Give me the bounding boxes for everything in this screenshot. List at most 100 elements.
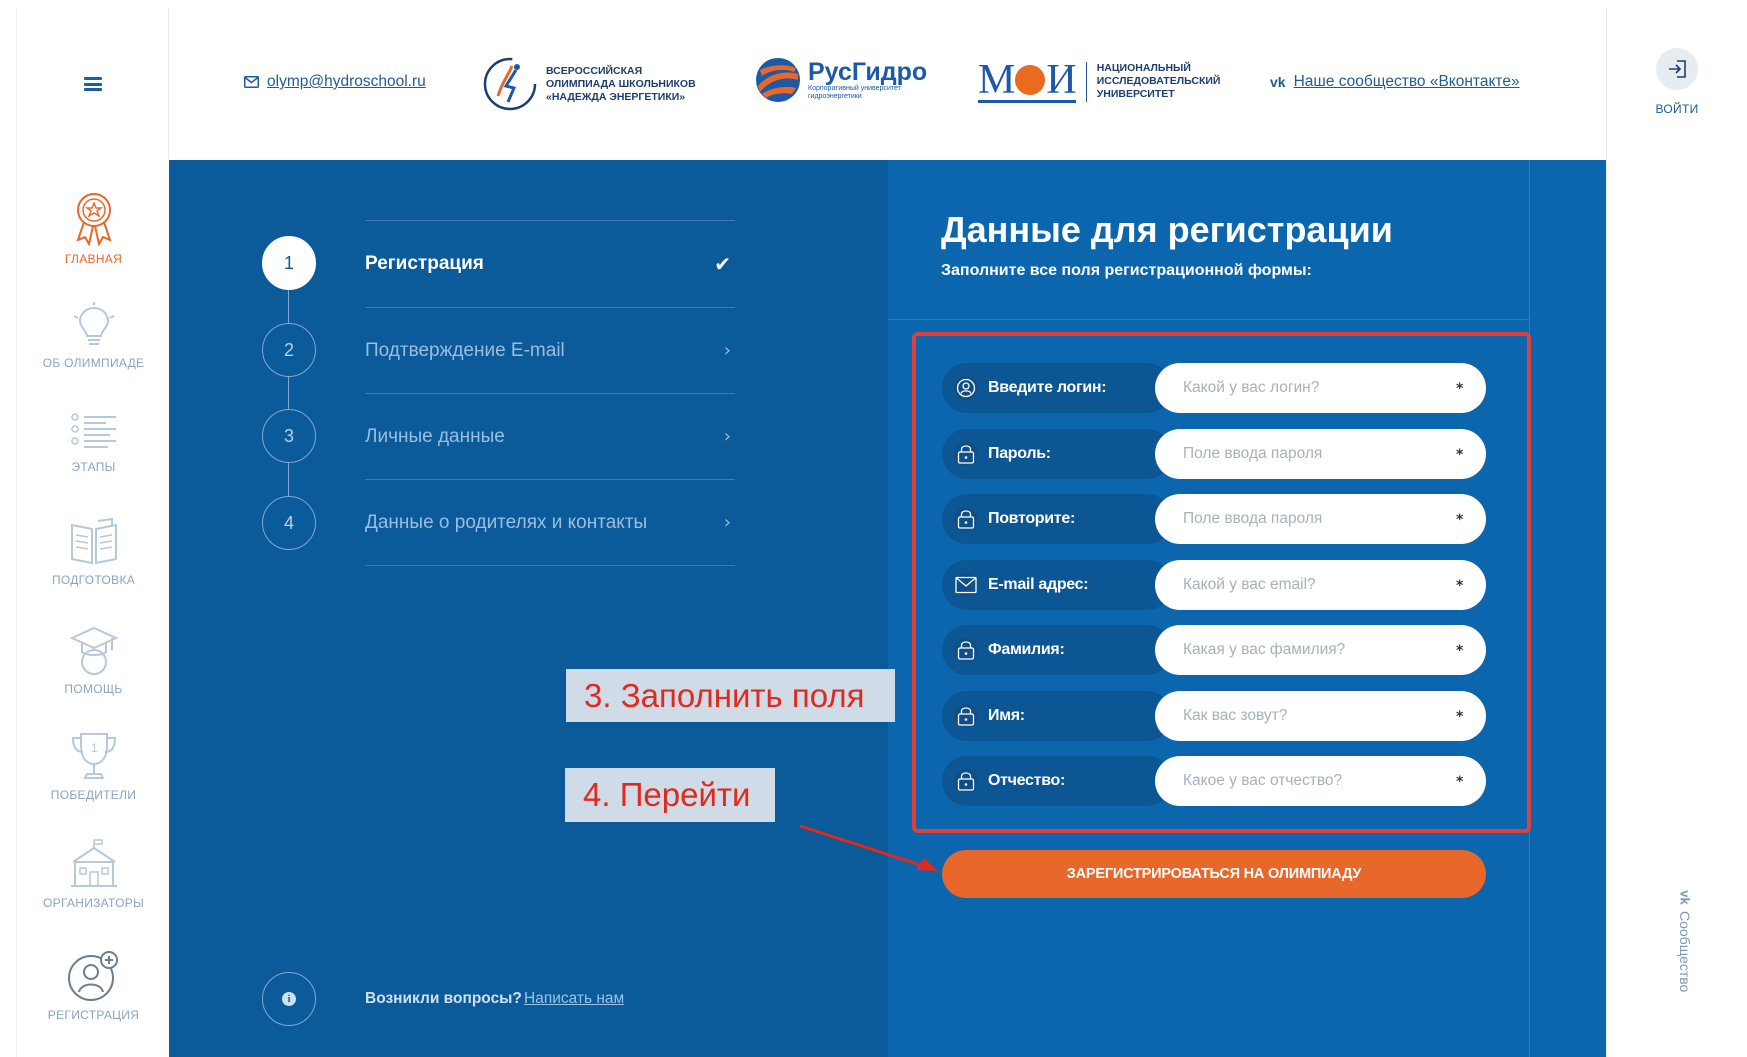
field-label-text: Пароль: bbox=[988, 445, 1051, 462]
rushydro-sub: Корпоративный университет bbox=[808, 85, 901, 92]
nav-label: ОБ ОЛИМПИАДЕ bbox=[42, 356, 145, 370]
vk-community-link[interactable]: vk Наше сообщество «Вконтакте» bbox=[1270, 73, 1520, 91]
field-label-text: Отчество: bbox=[988, 772, 1066, 789]
chevron-right-icon: › bbox=[723, 512, 731, 533]
step-number: 4 bbox=[262, 496, 316, 550]
nav-label: ПОМОЩЬ bbox=[64, 682, 123, 696]
field-label-text: E-mail адрес: bbox=[988, 576, 1089, 593]
nav-label: РЕГИСТРАЦИЯ bbox=[47, 1008, 140, 1022]
step-label: Данные о родителях и контакты bbox=[365, 511, 648, 533]
mpei-mark: МИ bbox=[978, 57, 1077, 103]
lock-icon bbox=[954, 638, 978, 662]
side-navigation: ГЛАВНАЯ ОБ ОЛИМПИАДЕ ЭТАПЫ ПОДГОТОВКА ПО… bbox=[16, 160, 169, 1057]
vk-community-tab[interactable]: vk Сообщество bbox=[1672, 890, 1698, 1015]
top-header: olymp@hydroschool.ru ВСЕРОССИЙСКАЯ ОЛИМП… bbox=[0, 0, 1747, 160]
field-label: E-mail адрес: bbox=[942, 560, 1172, 610]
field-label: Фамилия: bbox=[942, 625, 1172, 675]
menu-panel bbox=[16, 8, 169, 160]
email-link[interactable]: olymp@hydroschool.ru bbox=[244, 73, 426, 91]
user-add-icon bbox=[67, 951, 118, 1001]
lastname-input[interactable] bbox=[1155, 625, 1486, 675]
required-mark: * bbox=[1456, 578, 1464, 594]
required-mark: * bbox=[1456, 643, 1464, 659]
logo1-line: ОЛИМПИАДА ШКОЛЬНИКОВ bbox=[546, 77, 696, 90]
step-email-confirm[interactable]: Подтверждение E-mail › bbox=[365, 307, 735, 393]
logo3-line: ИССЛЕДОВАТЕЛЬСКИЙ bbox=[1096, 75, 1221, 87]
required-mark: * bbox=[1456, 709, 1464, 725]
nav-item-about[interactable]: ОБ ОЛИМПИАДЕ bbox=[17, 302, 170, 370]
logo1-line: ВСЕРОССИЙСКАЯ bbox=[546, 64, 643, 77]
annotation-arrow-icon bbox=[799, 824, 938, 871]
lock-icon bbox=[954, 704, 978, 728]
field-password-repeat: Повторите: bbox=[942, 494, 1486, 544]
lock-icon bbox=[954, 507, 978, 531]
rushydro-title: РусГидро bbox=[808, 58, 928, 86]
step-number: 1 bbox=[262, 236, 316, 290]
required-mark: * bbox=[1456, 447, 1464, 463]
firstname-input[interactable] bbox=[1155, 691, 1486, 741]
patronymic-input[interactable] bbox=[1155, 756, 1486, 806]
required-mark: * bbox=[1456, 381, 1464, 397]
olympiad-logo[interactable]: ВСЕРОССИЙСКАЯ ОЛИМПИАДА ШКОЛЬНИКОВ «НАДЕ… bbox=[482, 56, 696, 112]
chevron-right-icon: › bbox=[723, 426, 731, 447]
field-login: Введите логин: bbox=[942, 363, 1486, 413]
mpei-logo[interactable]: МИ НАЦИОНАЛЬНЫЙ ИССЛЕДОВАТЕЛЬСКИЙ УНИВЕР… bbox=[978, 57, 1221, 103]
info-button[interactable]: i bbox=[262, 972, 316, 1026]
book-icon bbox=[70, 517, 117, 565]
nav-label: ПОБЕДИТЕЛИ bbox=[50, 788, 137, 802]
nav-item-registration[interactable]: РЕГИСТРАЦИЯ bbox=[17, 950, 170, 1022]
password-input[interactable] bbox=[1155, 429, 1486, 479]
logo3-line: УНИВЕРСИТЕТ bbox=[1096, 88, 1175, 100]
building-icon bbox=[70, 839, 117, 887]
vk-icon: vk bbox=[1270, 74, 1286, 90]
step-parents-contacts[interactable]: Данные о родителях и контакты › bbox=[365, 479, 735, 565]
nav-item-winners[interactable]: 1 ПОБЕДИТЕЛИ bbox=[17, 730, 170, 802]
field-patronymic: Отчество: bbox=[942, 756, 1486, 806]
check-icon: ✔ bbox=[714, 251, 731, 276]
nav-item-stages[interactable]: ЭТАПЫ bbox=[17, 412, 170, 474]
step-number: 2 bbox=[262, 323, 316, 377]
nav-item-preparation[interactable]: ПОДГОТОВКА bbox=[17, 517, 170, 587]
step-label: Регистрация bbox=[365, 252, 484, 274]
login-button[interactable] bbox=[1656, 48, 1698, 90]
field-label: Повторите: bbox=[942, 494, 1172, 544]
trophy-icon: 1 bbox=[71, 733, 116, 779]
write-us-link[interactable]: Написать нам bbox=[524, 990, 624, 1008]
nav-item-help[interactable]: ПОМОЩЬ bbox=[17, 624, 170, 696]
form-title: Данные для регистрации bbox=[941, 209, 1393, 250]
nav-label: ПОДГОТОВКА bbox=[51, 573, 136, 587]
chevron-right-icon: › bbox=[723, 340, 731, 361]
divider bbox=[1085, 61, 1087, 102]
svg-text:1: 1 bbox=[91, 741, 98, 755]
annotation-fill-fields: 3. Заполнить поля bbox=[566, 669, 895, 722]
envelope-icon bbox=[954, 573, 978, 597]
rushydro-logo[interactable]: РусГидро Корпоративный университет гидро… bbox=[754, 56, 927, 104]
sun-icon bbox=[1015, 65, 1046, 95]
vk-link-text: Наше сообщество «Вконтакте» bbox=[1293, 73, 1520, 90]
rushydro-emblem-icon bbox=[756, 58, 800, 102]
step-registration[interactable]: Регистрация ✔ bbox=[365, 220, 735, 306]
field-email: E-mail адрес: bbox=[942, 560, 1486, 610]
help-question: Возникли вопросы? bbox=[365, 990, 522, 1007]
step-number: 3 bbox=[262, 409, 316, 463]
email-input[interactable] bbox=[1155, 560, 1486, 610]
field-label-text: Фамилия: bbox=[988, 641, 1065, 658]
register-button[interactable]: ЗАРЕГИСТРИРОВАТЬСЯ НА ОЛИМПИАДУ bbox=[942, 850, 1486, 898]
nav-label: ЭТАПЫ bbox=[71, 460, 116, 474]
info-icon: i bbox=[282, 992, 296, 1006]
annotation-go: 4. Перейти bbox=[565, 768, 775, 822]
password-repeat-input[interactable] bbox=[1155, 494, 1486, 544]
hamburger-menu-icon[interactable] bbox=[83, 77, 102, 91]
lightbulb-icon bbox=[73, 302, 114, 345]
nav-item-organizers[interactable]: ОРГАНИЗАТОРЫ bbox=[17, 838, 170, 910]
nav-item-home[interactable]: ГЛАВНАЯ bbox=[17, 190, 170, 266]
step-personal-data[interactable]: Личные данные › bbox=[365, 393, 735, 479]
login-input[interactable] bbox=[1155, 363, 1486, 413]
field-firstname: Имя: bbox=[942, 691, 1486, 741]
login-label[interactable]: ВОЙТИ bbox=[1655, 102, 1698, 116]
field-label-text: Введите логин: bbox=[988, 379, 1107, 396]
nav-label: ОРГАНИЗАТОРЫ bbox=[43, 896, 144, 910]
field-password: Пароль: bbox=[942, 429, 1486, 479]
step-label: Подтверждение E-mail bbox=[365, 339, 565, 361]
list-icon bbox=[70, 413, 116, 448]
